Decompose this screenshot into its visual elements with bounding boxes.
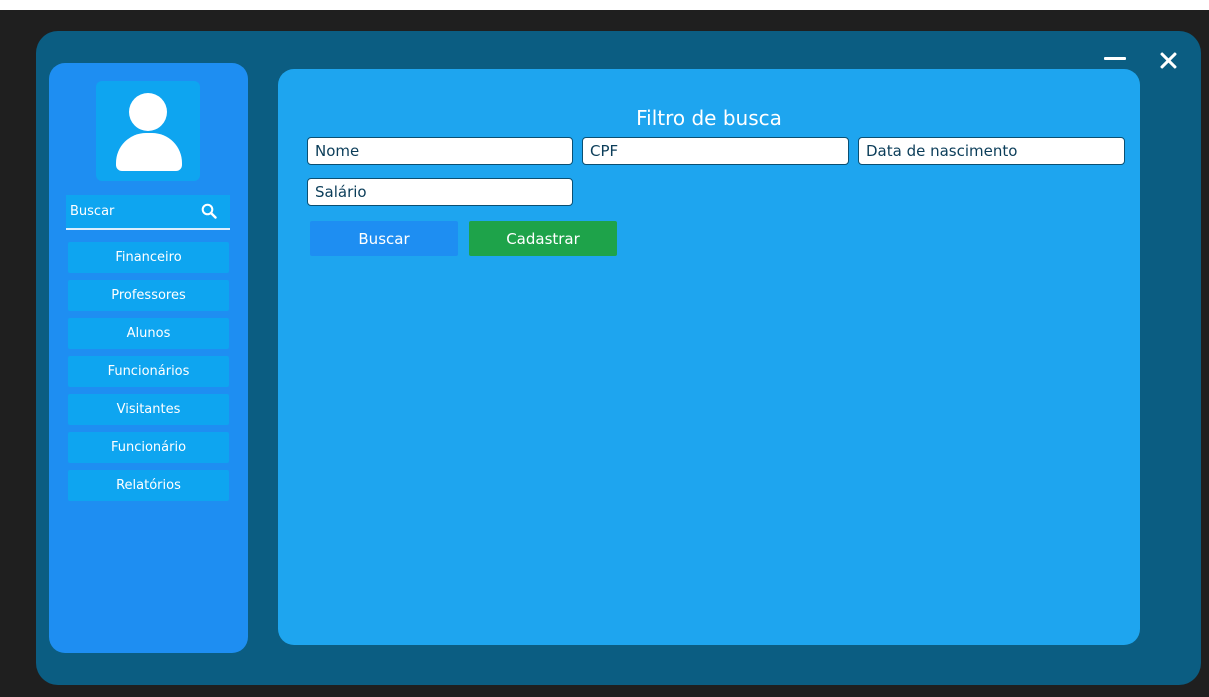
avatar <box>96 81 200 181</box>
sidebar-item-relatorios[interactable]: Relatórios <box>68 470 229 501</box>
sidebar-item-funcionarios[interactable]: Funcionários <box>68 356 229 387</box>
data-nascimento-field[interactable] <box>858 137 1125 165</box>
cpf-field[interactable] <box>582 137 849 165</box>
sidebar-item-alunos[interactable]: Alunos <box>68 318 229 349</box>
sidebar-item-visitantes[interactable]: Visitantes <box>68 394 229 425</box>
sidebar-item-professores[interactable]: Professores <box>68 280 229 311</box>
page-title: Filtro de busca <box>636 106 782 130</box>
search-icon[interactable] <box>201 203 217 219</box>
minimize-icon[interactable] <box>1104 57 1126 60</box>
sidebar-item-financeiro[interactable]: Financeiro <box>68 242 229 273</box>
buscar-button[interactable]: Buscar <box>310 221 458 256</box>
close-icon[interactable] <box>1158 50 1178 70</box>
sidebar-search-label: Buscar <box>70 204 115 219</box>
sidebar-search[interactable]: Buscar <box>66 195 230 230</box>
user-icon-head <box>129 93 167 131</box>
nome-field[interactable] <box>307 137 573 165</box>
salario-field[interactable] <box>307 178 573 206</box>
user-icon-body <box>116 133 182 171</box>
app-window: Buscar Financeiro Professores Alunos Fun… <box>36 31 1201 685</box>
sidebar-item-funcionario[interactable]: Funcionário <box>68 432 229 463</box>
sidebar: Buscar Financeiro Professores Alunos Fun… <box>49 63 248 653</box>
main-panel: Filtro de busca Buscar Cadastrar <box>278 69 1140 645</box>
sidebar-nav: Financeiro Professores Alunos Funcionári… <box>68 242 229 508</box>
cadastrar-button[interactable]: Cadastrar <box>469 221 617 256</box>
